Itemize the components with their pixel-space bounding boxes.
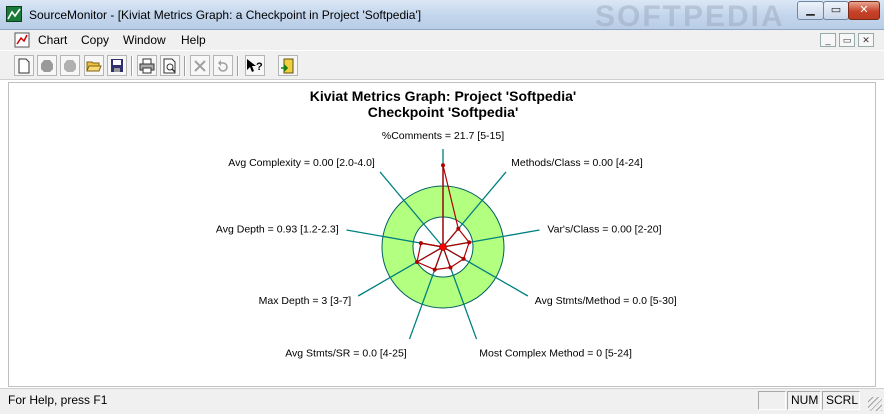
mdi-restore-button[interactable]: ▭ [839,33,855,47]
data-point-6 [432,267,437,272]
status-panel-caps [758,391,786,410]
open-folder-icon [86,61,102,72]
delete-button[interactable] [190,55,210,76]
status-bar: For Help, press F1 NUM SCRL [0,388,884,414]
close-button[interactable]: ✕ [848,1,880,20]
axis-label-9: Avg Complexity = 0.00 [2.0-4.0] [228,157,375,169]
data-point-8 [418,241,423,246]
exit-button[interactable] [278,55,298,76]
status-panel-scrl: SCRL [822,391,860,410]
data-point-4 [461,256,466,261]
delete-x-icon [194,60,206,72]
menu-chart[interactable]: Chart [38,33,67,47]
svg-text:?: ? [256,61,263,73]
undo-icon [218,60,228,72]
context-help-button[interactable]: ? [245,55,265,76]
mdi-close-button[interactable]: ✕ [858,33,874,47]
save-disk-icon [111,59,123,72]
data-spoke-7 [416,246,444,263]
title-bar: SourceMonitor - [Kiviat Metrics Graph: a… [0,0,884,33]
toolbar-separator [184,56,186,76]
axis-label-8: Avg Depth = 0.93 [1.2-2.3] [216,224,339,236]
chart-document-icon[interactable] [14,32,30,48]
new-document-icon [18,58,30,74]
kiviat-graph: %Comments = 21.7 [5-15] Methods/Class = 0… [216,130,677,360]
axis-label-7: Max Depth = 3 [3-7] [259,295,352,307]
toolbar-separator [131,56,133,76]
axis-label-6: Avg Stmts/SR = 0.0 [4-25] [285,348,407,360]
maximize-button[interactable]: ▭ [823,1,849,20]
menu-window[interactable]: Window [123,33,166,47]
sourcemonitor-app-icon[interactable] [6,6,22,22]
kiviat-center-point [439,243,447,251]
new-document-button[interactable] [14,55,34,76]
print-preview-icon [163,58,176,74]
softpedia-watermark: SOFTPEDIA [595,0,785,33]
stop-disabled-button[interactable] [60,55,80,76]
status-panel-num: NUM [787,391,821,410]
data-point-1 [441,163,445,168]
save-button[interactable] [107,55,127,76]
mdi-minimize-button[interactable]: _ [820,33,836,47]
kiviat-chart-area: Kiviat Metrics Graph: Project 'Softpedia… [8,82,876,387]
status-message: For Help, press F1 [8,393,108,407]
menu-copy[interactable]: Copy [81,33,109,47]
toolbar-separator [237,56,239,76]
data-point-7 [415,260,420,264]
data-point-2 [456,226,461,231]
resize-grip[interactable] [868,397,882,411]
stop-icon [41,60,53,72]
window-title: SourceMonitor - [Kiviat Metrics Graph: a… [29,8,422,22]
data-point-3 [467,240,472,245]
context-help-icon: ? [247,59,263,73]
printer-icon [139,58,155,74]
print-button[interactable] [137,55,157,76]
axis-label-4: Avg Stmts/Method = 0.0 [5-30] [535,295,677,307]
menu-help[interactable]: Help [181,33,206,47]
axis-label-2: Methods/Class = 0.00 [4-24] [511,157,643,169]
exit-door-icon [281,58,294,74]
menu-bar: Chart Copy Window Help _ ▭ ✕ [0,30,884,50]
data-point-5 [448,265,453,270]
toolbar: ? [0,50,884,80]
axis-label-3: Var's/Class = 0.00 [2-20] [547,224,661,236]
axis-label-5: Most Complex Method = 0 [5-24] [479,348,632,360]
undo-button[interactable] [213,55,233,76]
minimize-button[interactable]: ▁ [797,1,824,20]
print-preview-button[interactable] [160,55,180,76]
stop-disabled-icon [64,60,76,72]
stop-button[interactable] [37,55,57,76]
open-button[interactable] [84,55,104,76]
axis-label-1: %Comments = 21.7 [5-15] [382,130,504,142]
